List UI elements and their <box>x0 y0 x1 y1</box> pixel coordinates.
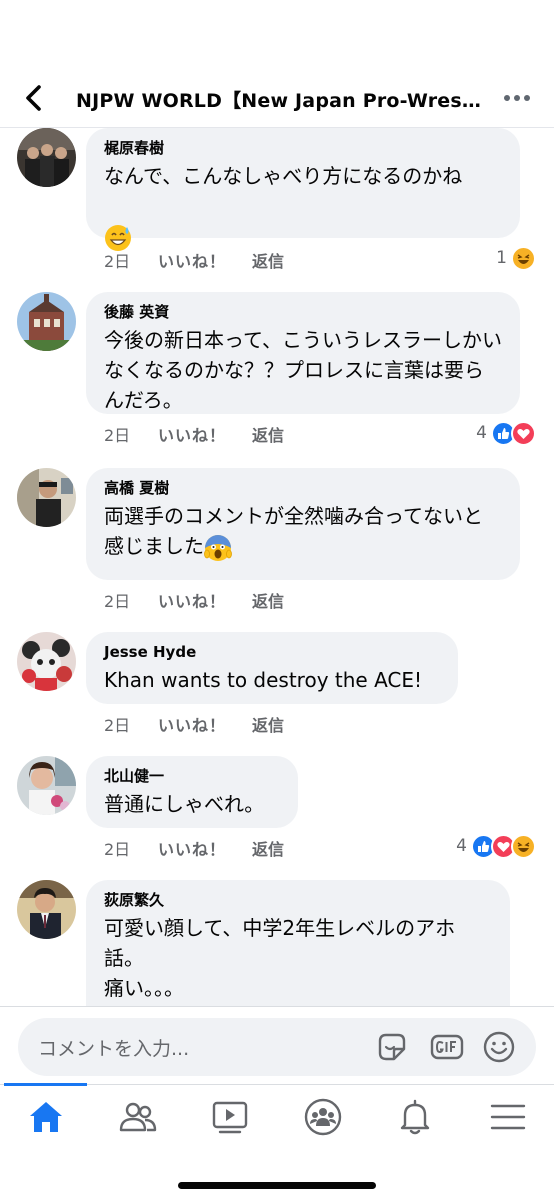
like-link[interactable]: いいね！ <box>158 248 226 272</box>
comment-text: 今後の新日本って、こういうレスラーしかいなくなるのかな？？プロレスに言葉は要らん… <box>104 328 502 412</box>
back-arrow-icon[interactable] <box>18 82 50 114</box>
haha-reaction-icon <box>511 245 536 271</box>
groups-icon[interactable] <box>303 1097 343 1137</box>
comment-author[interactable]: 梶原春樹 <box>104 138 502 158</box>
bottom-navigation <box>0 1083 554 1200</box>
avatar[interactable] <box>17 292 76 351</box>
comment-author[interactable]: 後藤 英資 <box>104 302 502 322</box>
haha-reaction-icon <box>511 833 536 859</box>
comment-text: 可愛い顔して、中学2年生レベルのアホ話。 痛い。。。 <box>104 916 456 1000</box>
reaction-count: 4 <box>456 836 467 856</box>
watch-icon[interactable] <box>210 1097 250 1137</box>
comment-text: なんで、こんなしゃべり方になるのかね <box>104 161 502 252</box>
reaction-count: 1 <box>496 248 507 268</box>
comment-composer: コメントを入力... <box>0 1006 554 1090</box>
scream-emoji-icon <box>204 534 232 561</box>
reaction-summary[interactable]: 4 <box>456 832 536 860</box>
comment-author[interactable]: 高橋 夏樹 <box>104 478 502 498</box>
more-options-icon[interactable] <box>502 84 532 112</box>
comment-time: 2日 <box>104 592 131 611</box>
comment-text: 普通にしゃべれ。 <box>104 792 265 816</box>
top-bar: NJPW WORLD【New Japan Pro-Wrestli... <box>0 70 554 128</box>
comment-bubble: Jesse Hyde Khan wants to destroy the ACE… <box>86 632 458 704</box>
comment-input-placeholder: コメントを入力... <box>38 1038 190 1060</box>
comment-author[interactable]: 荻原繁久 <box>104 890 492 910</box>
home-icon[interactable] <box>26 1097 66 1137</box>
comment-bubble: 荻原繁久 可愛い顔して、中学2年生レベルのアホ話。 痛い。。。 <box>86 880 510 1006</box>
comment-text: Khan wants to destroy the ACE! <box>104 668 423 692</box>
comment-time: 2日 <box>104 426 131 445</box>
love-reaction-icon <box>511 420 536 446</box>
gif-icon[interactable] <box>429 1029 465 1065</box>
reaction-summary[interactable]: 4 <box>476 419 536 447</box>
avatar[interactable] <box>17 632 76 691</box>
avatar[interactable] <box>17 756 76 815</box>
like-link[interactable]: いいね！ <box>158 712 226 736</box>
reply-link[interactable]: 返信 <box>252 836 284 860</box>
comment-input[interactable]: コメントを入力... <box>18 1018 536 1076</box>
reaction-count: 4 <box>476 423 487 443</box>
comment-bubble: 高橋 夏樹 両選手のコメントが全然噛み合ってないと感じました <box>86 468 520 580</box>
reply-link[interactable]: 返信 <box>252 712 284 736</box>
comment-text: 両選手のコメントが全然噛み合ってないと感じました <box>104 501 502 562</box>
reply-link[interactable]: 返信 <box>252 422 284 446</box>
comment-time: 2日 <box>104 252 131 271</box>
comment-author[interactable]: Jesse Hyde <box>104 642 440 662</box>
reply-link[interactable]: 返信 <box>252 588 284 612</box>
like-link[interactable]: いいね！ <box>158 588 226 612</box>
emoji-icon[interactable] <box>481 1029 517 1065</box>
comment: 荻原繁久 可愛い顔して、中学2年生レベルのアホ話。 痛い。。。 <box>0 880 554 1006</box>
home-indicator <box>178 1182 376 1189</box>
sticker-icon[interactable] <box>374 1029 410 1065</box>
like-link[interactable]: いいね！ <box>158 836 226 860</box>
avatar[interactable] <box>17 880 76 939</box>
menu-icon[interactable] <box>488 1097 528 1137</box>
reply-link[interactable]: 返信 <box>252 248 284 272</box>
avatar[interactable] <box>17 128 76 187</box>
comment-time: 2日 <box>104 840 131 859</box>
friends-icon[interactable] <box>118 1097 158 1137</box>
comment-bubble: 後藤 英資 今後の新日本って、こういうレスラーしかいなくなるのかな？？プロレスに… <box>86 292 520 414</box>
notifications-icon[interactable] <box>395 1097 435 1137</box>
like-link[interactable]: いいね！ <box>158 422 226 446</box>
comment-bubble: 梶原春樹 なんで、こんなしゃべり方になるのかね <box>86 128 520 251</box>
avatar[interactable] <box>17 468 76 527</box>
reaction-summary[interactable]: 1 <box>496 244 536 272</box>
comment-bubble: 北山健一 普通にしゃべれ。 <box>86 756 298 828</box>
comment-author[interactable]: 北山健一 <box>104 766 280 786</box>
active-tab-indicator <box>4 1083 87 1086</box>
comment-time: 2日 <box>104 716 131 735</box>
page-title: NJPW WORLD【New Japan Pro-Wrestli... <box>76 90 484 112</box>
